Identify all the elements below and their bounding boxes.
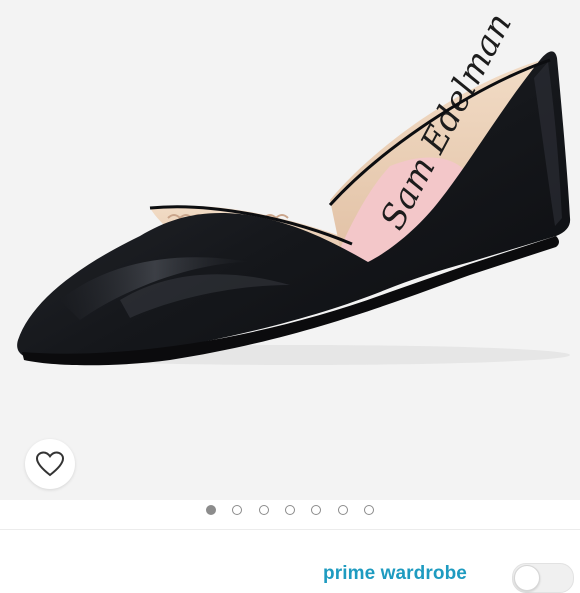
product-image-area[interactable]: Sam Edelman	[0, 0, 580, 500]
carousel-dot[interactable]	[258, 505, 269, 515]
carousel-dot[interactable]	[337, 505, 348, 515]
carousel-dot[interactable]	[364, 505, 375, 515]
favorite-button[interactable]	[25, 439, 75, 489]
product-screen: Sam Edelman prime wardrobe	[0, 0, 580, 593]
image-carousel-indicator	[0, 503, 580, 517]
product-image[interactable]: Sam Edelman	[0, 0, 580, 500]
prime-wardrobe-label: prime wardrobe	[323, 563, 467, 584]
carousel-dot[interactable]	[232, 505, 243, 515]
toggle-knob[interactable]	[514, 565, 540, 591]
bottom-bar: prime wardrobe	[0, 529, 580, 593]
carousel-dot[interactable]	[285, 505, 295, 515]
carousel-dot[interactable]	[311, 505, 322, 515]
carousel-dot[interactable]	[205, 505, 216, 515]
prime-wardrobe-toggle[interactable]	[512, 563, 574, 593]
heart-outline-icon	[35, 451, 65, 477]
